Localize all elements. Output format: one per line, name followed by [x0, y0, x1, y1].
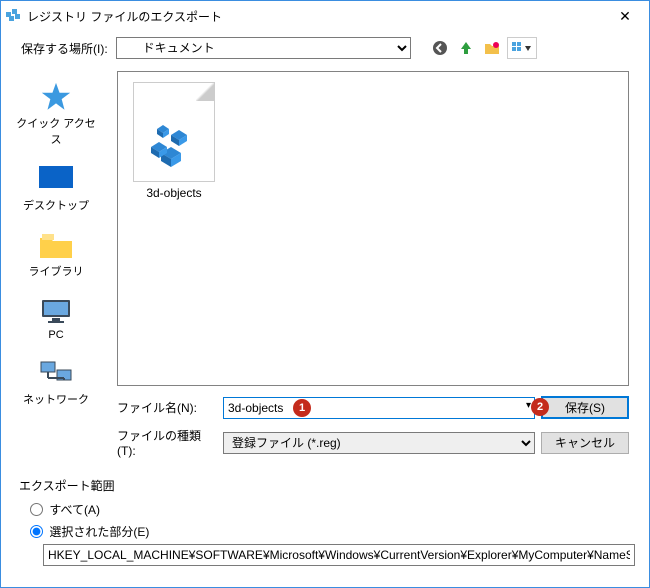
- star-icon: [36, 81, 76, 113]
- cancel-button[interactable]: キャンセル: [541, 432, 629, 454]
- toolbar: 保存する場所(I): ドキュメント: [1, 31, 649, 65]
- file-listing[interactable]: 3d-objects: [117, 71, 629, 386]
- place-network[interactable]: ネットワーク: [11, 353, 101, 411]
- place-label: ライブラリ: [29, 263, 84, 279]
- title-bar: レジストリ ファイルのエクスポート ✕: [1, 1, 649, 31]
- place-libraries[interactable]: ライブラリ: [11, 225, 101, 283]
- new-folder-icon[interactable]: [481, 37, 503, 59]
- annotation-badge-1: 1: [293, 399, 311, 417]
- file-item-label: 3d-objects: [146, 186, 201, 200]
- place-label: クイック アクセス: [11, 115, 101, 147]
- export-all-option[interactable]: すべて(A): [25, 500, 631, 518]
- place-pc[interactable]: PC: [11, 291, 101, 345]
- place-label: ネットワーク: [23, 391, 89, 407]
- filetype-dropdown[interactable]: 登録ファイル (*.reg): [223, 432, 535, 454]
- export-range-group: エクスポート範囲 すべて(A) 選択された部分(E): [9, 469, 641, 578]
- export-selected-option[interactable]: 選択された部分(E): [25, 522, 631, 540]
- file-item[interactable]: 3d-objects: [128, 82, 220, 200]
- desktop-icon: [36, 163, 76, 195]
- export-path-input[interactable]: [43, 544, 635, 566]
- place-label: デスクトップ: [23, 197, 89, 213]
- regedit-icon: [5, 8, 21, 24]
- save-button[interactable]: 保存(S): [541, 396, 629, 419]
- save-in-label: 保存する場所(I):: [21, 40, 108, 57]
- close-button[interactable]: ✕: [605, 8, 645, 25]
- filetype-label: ファイルの種類(T):: [117, 427, 217, 458]
- filename-input[interactable]: [223, 397, 535, 419]
- window-title: レジストリ ファイルのエクスポート: [27, 8, 605, 25]
- place-label: PC: [48, 329, 63, 341]
- annotation-badge-2: 2: [531, 398, 549, 416]
- views-icon[interactable]: [507, 37, 537, 59]
- export-range-title: エクスポート範囲: [19, 477, 631, 494]
- libraries-icon: [36, 229, 76, 261]
- places-bar: クイック アクセス デスクトップ ライブラリ PC ネットワーク: [1, 65, 111, 464]
- pc-icon: [36, 295, 76, 327]
- back-icon[interactable]: [429, 37, 451, 59]
- regfile-icon: [133, 82, 215, 182]
- network-icon: [36, 357, 76, 389]
- filename-label: ファイル名(N):: [117, 399, 217, 416]
- location-dropdown[interactable]: ドキュメント: [116, 37, 411, 59]
- place-quick-access[interactable]: クイック アクセス: [11, 77, 101, 151]
- up-icon[interactable]: [455, 37, 477, 59]
- place-desktop[interactable]: デスクトップ: [11, 159, 101, 217]
